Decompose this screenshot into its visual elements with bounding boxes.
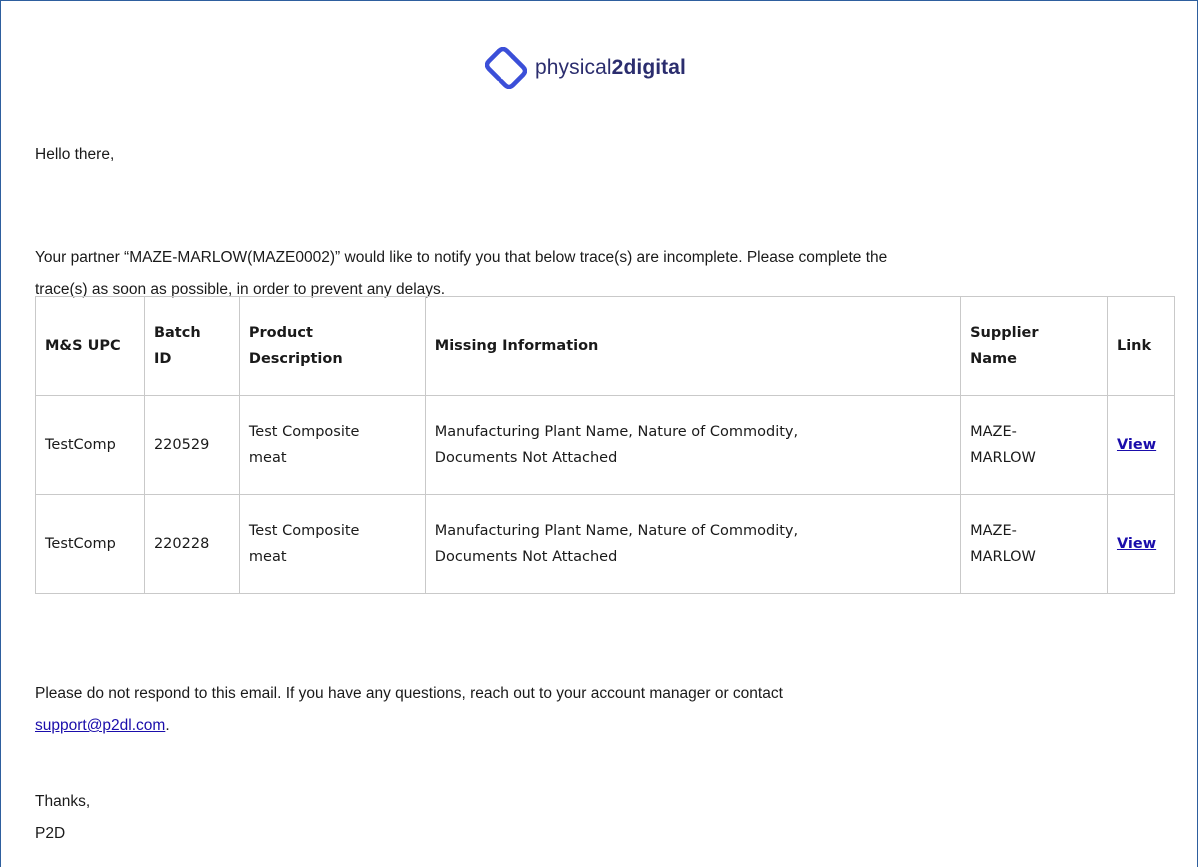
footer-paragraph: Please do not respond to this email. If … <box>35 678 1175 742</box>
greeting-text: Hello there, <box>35 146 115 163</box>
header-product-description: Product Description <box>238 296 426 396</box>
cell-missing-information: Manufacturing Plant Name, Nature of Comm… <box>424 494 962 594</box>
brand-logo: physical2digital <box>485 47 686 89</box>
intro-line-1: Your partner “MAZE-MARLOW(MAZE0002)” wou… <box>35 249 888 266</box>
signature-thanks: Thanks, <box>35 793 91 810</box>
cell-product-description: Test Composite meat <box>238 395 426 495</box>
signature-name: P2D <box>35 825 66 842</box>
cell-upc: TestComp <box>35 494 145 594</box>
footer-line-2: support@p2dl.com. <box>35 717 170 734</box>
support-email-link[interactable]: support@p2dl.com <box>35 717 165 734</box>
view-link[interactable]: View <box>1117 437 1156 453</box>
header-supplier-name: Supplier Name <box>960 296 1108 396</box>
cell-batch-id: 220529 <box>143 395 240 495</box>
cell-supplier-name: MAZE- MARLOW <box>960 494 1108 594</box>
cell-link: View <box>1106 395 1176 495</box>
physical2digital-logo-icon <box>485 47 527 89</box>
cell-upc: TestComp <box>35 395 145 495</box>
cell-product-description: Test Composite meat <box>238 494 426 594</box>
email-frame: physical2digital Hello there, Your partn… <box>0 0 1198 867</box>
table-row: TestComp 220228 Test Composite meat Manuf… <box>35 494 1176 594</box>
incomplete-traces-table: M&S UPC Batch ID Product Description Missi… <box>35 296 1176 594</box>
header-missing-information: Missing Information <box>424 296 962 396</box>
cell-supplier-name: MAZE- MARLOW <box>960 395 1108 495</box>
footer-line-1: Please do not respond to this email. If … <box>35 685 783 702</box>
signature: Thanks, P2D <box>35 786 90 850</box>
table-header-row: M&S UPC Batch ID Product Description Missi… <box>35 296 1176 396</box>
cell-link: View <box>1106 494 1176 594</box>
brand-name: physical2digital <box>535 56 686 79</box>
cell-missing-information: Manufacturing Plant Name, Nature of Comm… <box>424 395 962 495</box>
cell-batch-id: 220228 <box>143 494 240 594</box>
header-batch-id: Batch ID <box>143 296 240 396</box>
header-link: Link <box>1106 296 1176 396</box>
header-upc: M&S UPC <box>35 296 145 396</box>
view-link[interactable]: View <box>1117 536 1156 552</box>
table-row: TestComp 220529 Test Composite meat Manuf… <box>35 395 1176 495</box>
